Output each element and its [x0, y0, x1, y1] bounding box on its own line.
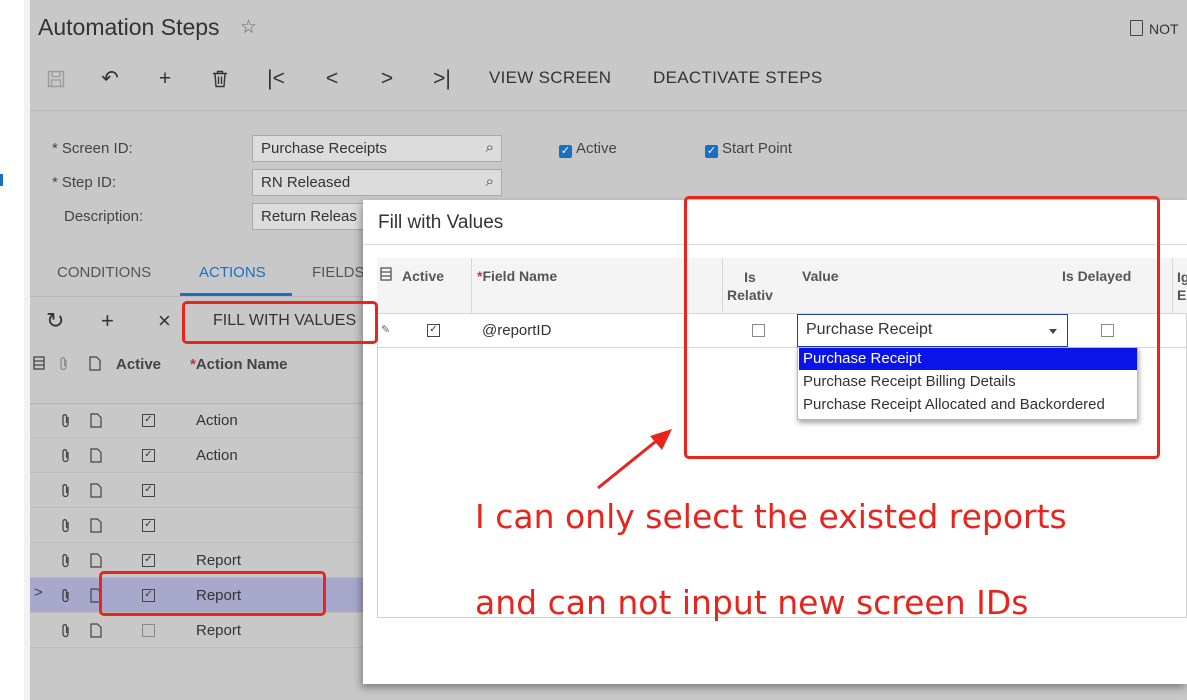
search-icon[interactable]: ⌕ — [486, 173, 494, 190]
row-action-name[interactable]: Action — [196, 412, 238, 429]
add-icon[interactable]: + — [153, 64, 177, 94]
attachment-column-icon — [59, 356, 69, 375]
attachment-icon[interactable] — [61, 588, 71, 608]
attachment-icon[interactable] — [61, 553, 71, 573]
row-active-checkbox[interactable] — [142, 624, 155, 637]
column-separator — [471, 258, 472, 314]
table-row[interactable]: ✓ — [30, 508, 365, 543]
dialog-column-ignore[interactable]: Ig E — [1177, 268, 1187, 304]
note-icon[interactable] — [90, 413, 102, 433]
note-icon[interactable] — [90, 553, 102, 573]
dialog-row-active-checkbox[interactable]: ✓ — [427, 324, 440, 337]
edit-pencil-icon: ✎ — [381, 324, 391, 336]
dialog-column-active[interactable]: Active — [402, 268, 444, 284]
note-icon[interactable] — [90, 483, 102, 503]
notes-button[interactable]: NOT — [1130, 20, 1179, 37]
save-icon[interactable] — [44, 64, 68, 94]
document-icon — [1130, 20, 1143, 36]
attachment-icon[interactable] — [61, 413, 71, 433]
row-action-name[interactable]: Report — [196, 552, 241, 569]
table-row[interactable]: ✓ Action — [30, 403, 365, 438]
annotation-arrow-icon — [597, 429, 672, 490]
search-icon[interactable]: ⌕ — [486, 139, 494, 156]
row-action-name[interactable]: Action — [196, 447, 238, 464]
dialog-title: Fill with Values — [378, 212, 504, 233]
step-id-label: * Step ID: — [52, 174, 117, 191]
description-field[interactable]: Return Releas — [252, 203, 372, 230]
row-action-name[interactable]: Report — [196, 622, 241, 639]
tab-fields[interactable]: FIELDS — [312, 264, 364, 281]
row-active-checkbox[interactable]: ✓ — [142, 484, 155, 497]
tab-actions[interactable]: ACTIONS — [199, 264, 266, 281]
checkbox-checked-icon: ✓ — [559, 145, 572, 158]
add-row-icon[interactable]: + — [101, 308, 114, 334]
start-point-checkbox[interactable]: ✓ Start Point — [705, 140, 792, 158]
row-settings-icon[interactable] — [33, 356, 45, 374]
delete-icon[interactable] — [208, 64, 232, 94]
row-active-checkbox[interactable]: ✓ — [142, 449, 155, 462]
deactivate-steps-button[interactable]: DEACTIVATE STEPS — [653, 68, 822, 88]
annotation-text-line2: and can not input new screen IDs — [475, 583, 1029, 622]
last-record-icon[interactable]: >| — [430, 64, 454, 94]
first-record-icon[interactable]: |< — [264, 64, 288, 94]
tab-conditions[interactable]: CONDITIONS — [57, 264, 151, 281]
note-column-icon — [89, 356, 101, 375]
note-icon[interactable] — [90, 623, 102, 643]
attachment-icon[interactable] — [61, 483, 71, 503]
checkbox-checked-icon: ✓ — [705, 145, 718, 158]
page-title: Automation Steps — [38, 14, 220, 40]
column-header-active[interactable]: Active — [116, 356, 161, 373]
dialog-row-field-name[interactable]: @reportID — [482, 322, 551, 339]
next-icon[interactable]: > — [375, 64, 399, 94]
nav-indicator — [0, 174, 3, 186]
undo-icon[interactable]: ↶ — [98, 64, 122, 94]
row-active-checkbox[interactable]: ✓ — [142, 519, 155, 532]
attachment-icon[interactable] — [61, 518, 71, 538]
column-header-action-name[interactable]: *Action Name — [190, 356, 288, 373]
annotation-text-line1: I can only select the existed reports — [475, 497, 1067, 536]
column-separator — [1172, 258, 1173, 314]
attachment-icon[interactable] — [61, 448, 71, 468]
table-row[interactable]: ✓ Action — [30, 438, 365, 473]
actions-grid-header — [30, 345, 365, 404]
note-icon[interactable] — [90, 518, 102, 538]
annotation-box-fill-with-values — [182, 301, 378, 344]
row-settings-icon[interactable] — [380, 267, 392, 284]
refresh-icon[interactable]: ↻ — [46, 308, 64, 334]
description-label: Description: — [64, 208, 144, 225]
note-icon[interactable] — [90, 448, 102, 468]
screen-id-field[interactable]: Purchase Receipts ⌕ — [252, 135, 502, 162]
previous-icon[interactable]: < — [320, 64, 344, 94]
row-active-checkbox[interactable]: ✓ — [142, 554, 155, 567]
notes-label: NOT — [1149, 21, 1179, 37]
tabs-divider — [30, 296, 365, 297]
screen-id-label: * Screen ID: — [52, 140, 133, 157]
star-outline-icon[interactable]: ☆ — [240, 16, 257, 39]
close-icon[interactable]: × — [158, 308, 171, 334]
toolbar-divider — [30, 110, 1187, 111]
step-id-field[interactable]: RN Released ⌕ — [252, 169, 502, 196]
table-row[interactable]: ✓ — [30, 473, 365, 508]
left-nav-strip — [0, 0, 25, 700]
table-row[interactable]: Report — [30, 613, 365, 648]
row-active-checkbox[interactable]: ✓ — [142, 414, 155, 427]
row-selector-chevron-icon: > — [34, 584, 43, 601]
attachment-icon[interactable] — [61, 623, 71, 643]
view-screen-button[interactable]: VIEW SCREEN — [489, 68, 611, 88]
active-checkbox[interactable]: ✓ Active — [559, 140, 617, 158]
dialog-column-field-name[interactable]: *Field Name — [477, 268, 557, 284]
annotation-box-report-row — [99, 571, 326, 616]
annotation-box-value-column — [684, 196, 1160, 459]
